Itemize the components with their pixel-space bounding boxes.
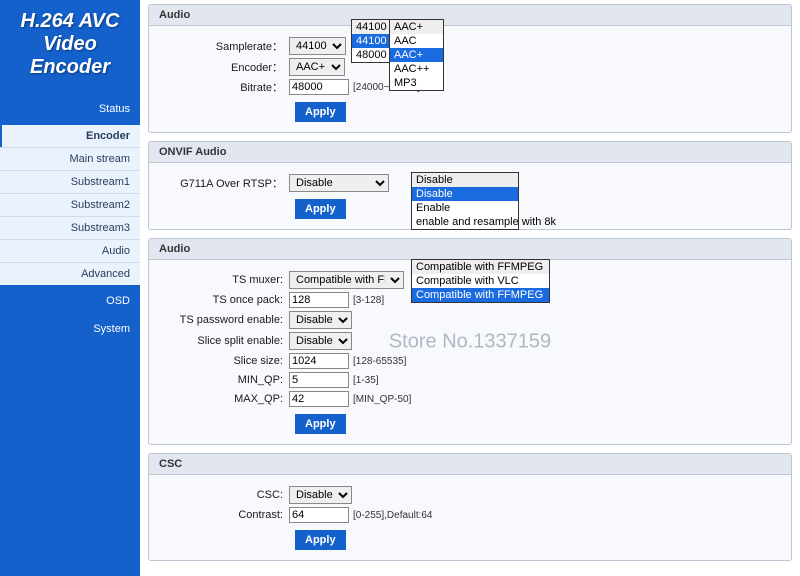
samplerate-opt-0[interactable]: 44100 bbox=[352, 20, 393, 34]
muxer-dropdown[interactable]: Compatible with FFMPEG Compatible with V… bbox=[411, 259, 550, 303]
min-qp-label: MIN_QP: bbox=[159, 374, 289, 386]
panel-ts: Audio Store No.1337159 TS muxer: Compati… bbox=[148, 238, 792, 445]
csc-apply-button[interactable]: Apply bbox=[295, 530, 346, 550]
onvif-opt-1[interactable]: Disable bbox=[412, 187, 518, 201]
slice-size-label: Slice size: bbox=[159, 355, 289, 367]
panel-onvif-title: ONVIF Audio bbox=[149, 142, 791, 163]
nav-substream1[interactable]: Substream1 bbox=[0, 170, 140, 193]
nav-status[interactable]: Status bbox=[0, 97, 140, 121]
enc-opt-3[interactable]: AAC++ bbox=[390, 62, 443, 76]
audio-apply-button[interactable]: Apply bbox=[295, 102, 346, 122]
samplerate-label: Samplerate： bbox=[159, 38, 289, 54]
main-content: Audio Samplerate： 44100 44100 44100 4800… bbox=[140, 0, 800, 576]
max-qp-hint: [MIN_QP-50] bbox=[353, 394, 411, 405]
slice-size-hint: [128-65535] bbox=[353, 356, 406, 367]
mux-opt-1[interactable]: Compatible with VLC bbox=[412, 274, 549, 288]
panel-audio-title: Audio bbox=[149, 5, 791, 26]
onvif-dropdown[interactable]: Disable Disable Enable enable and resamp… bbox=[411, 172, 519, 230]
encoder-select[interactable]: AAC+ bbox=[289, 58, 345, 76]
ts-apply-button[interactable]: Apply bbox=[295, 414, 346, 434]
max-qp-label: MAX_QP: bbox=[159, 393, 289, 405]
encoder-label: Encoder： bbox=[159, 59, 289, 75]
samplerate-dropdown[interactable]: 44100 44100 48000 bbox=[351, 19, 394, 63]
muxer-label: TS muxer: bbox=[159, 274, 289, 286]
bitrate-label: Bitrate： bbox=[159, 79, 289, 95]
nav-audio[interactable]: Audio bbox=[0, 239, 140, 262]
csc-label: CSC: bbox=[159, 489, 289, 501]
onvif-opt-0[interactable]: Disable bbox=[412, 173, 518, 187]
slice-en-label: Slice split enable: bbox=[159, 335, 289, 347]
contrast-label: Contrast: bbox=[159, 509, 289, 521]
encoder-dropdown[interactable]: AAC+ AAC AAC+ AAC++ MP3 bbox=[389, 19, 444, 91]
logo: H.264 AVC Video Encoder bbox=[0, 0, 140, 93]
pass-select[interactable]: Disable bbox=[289, 311, 352, 329]
samplerate-opt-1[interactable]: 44100 bbox=[352, 34, 393, 48]
min-qp-input[interactable] bbox=[289, 372, 349, 388]
muxer-select[interactable]: Compatible with FFMPEG bbox=[289, 271, 404, 289]
mux-opt-0[interactable]: Compatible with FFMPEG bbox=[412, 260, 549, 274]
max-qp-input[interactable] bbox=[289, 391, 349, 407]
contrast-hint: [0-255],Default:64 bbox=[353, 510, 433, 521]
nav-system[interactable]: System bbox=[0, 317, 140, 341]
nav-main-stream[interactable]: Main stream bbox=[0, 147, 140, 170]
enc-opt-2[interactable]: AAC+ bbox=[390, 48, 443, 62]
samplerate-select[interactable]: 44100 bbox=[289, 37, 346, 55]
nav-advanced[interactable]: Advanced bbox=[0, 262, 140, 285]
panel-csc: CSC CSC: Disable Contrast: [0-255],Defau… bbox=[148, 453, 792, 561]
enc-opt-0[interactable]: AAC+ bbox=[390, 20, 443, 34]
bitrate-input[interactable] bbox=[289, 79, 349, 95]
nav-substream2[interactable]: Substream2 bbox=[0, 193, 140, 216]
nav-substream3[interactable]: Substream3 bbox=[0, 216, 140, 239]
onvif-apply-button[interactable]: Apply bbox=[295, 199, 346, 219]
onvif-opt-2[interactable]: Enable bbox=[412, 201, 518, 215]
pass-label: TS password enable: bbox=[159, 314, 289, 326]
contrast-input[interactable] bbox=[289, 507, 349, 523]
once-hint: [3-128] bbox=[353, 295, 384, 306]
slice-size-input[interactable] bbox=[289, 353, 349, 369]
enc-opt-4[interactable]: MP3 bbox=[390, 76, 443, 90]
g711-select[interactable]: Disable bbox=[289, 174, 389, 192]
onvif-opt-3[interactable]: enable and resample with 8k bbox=[412, 215, 518, 229]
mux-opt-2[interactable]: Compatible with FFMPEG bbox=[412, 288, 549, 302]
enc-opt-1[interactable]: AAC bbox=[390, 34, 443, 48]
csc-select[interactable]: Disable bbox=[289, 486, 352, 504]
sidebar: H.264 AVC Video Encoder Status Encoder M… bbox=[0, 0, 140, 576]
panel-audio: Audio Samplerate： 44100 44100 44100 4800… bbox=[148, 4, 792, 133]
once-label: TS once pack: bbox=[159, 294, 289, 306]
min-qp-hint: [1-35] bbox=[353, 375, 379, 386]
nav-encoder[interactable]: Encoder bbox=[0, 125, 140, 147]
panel-ts-title: Audio bbox=[149, 239, 791, 260]
once-input[interactable] bbox=[289, 292, 349, 308]
nav-osd[interactable]: OSD bbox=[0, 289, 140, 313]
slice-en-select[interactable]: Disable bbox=[289, 332, 352, 350]
panel-onvif: ONVIF Audio G711A Over RTSP： Disable Dis… bbox=[148, 141, 792, 230]
panel-csc-title: CSC bbox=[149, 454, 791, 475]
samplerate-opt-2[interactable]: 48000 bbox=[352, 48, 393, 62]
g711-label: G711A Over RTSP： bbox=[159, 175, 289, 191]
